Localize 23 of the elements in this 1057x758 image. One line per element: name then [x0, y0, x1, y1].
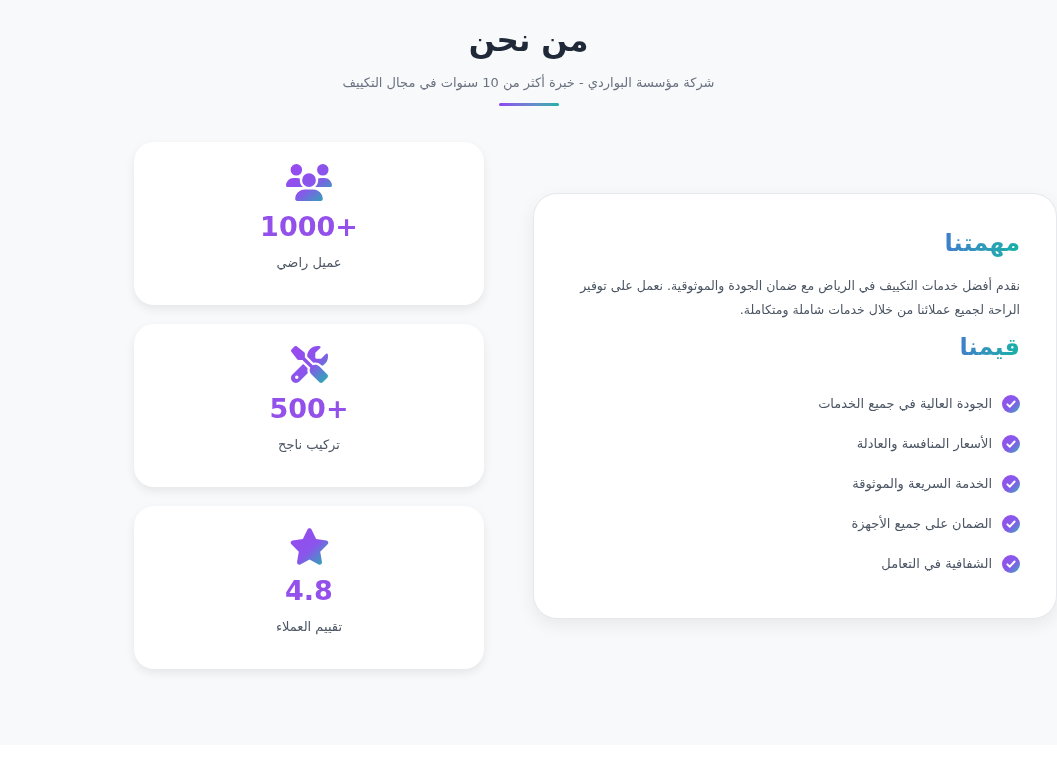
mission-text: نقدم أفضل خدمات التكييف في الرياض مع ضمان الجودة والموثوقية. نعمل على توفير الراحة لجميع عملائنا من خلال خدمات شاملة ومتكاملة. — [578, 276, 1020, 320]
page-title: من نحن — [468, 21, 589, 60]
check-icon — [1002, 474, 1020, 493]
screwdriver-wrench-icon — [290, 346, 328, 383]
check-icon — [1002, 554, 1020, 573]
value-item-text: الخدمة السريعة والموثوقة — [852, 474, 992, 494]
star-icon — [288, 528, 330, 565]
value-item-text: الجودة العالية في جميع الخدمات — [818, 394, 992, 414]
page-subtitle: شركة مؤسسة البواردي - خبرة أكثر من 10 سنوات في مجال التكييف — [342, 73, 715, 93]
value-item-text: الأسعار المنافسة والعادلة — [856, 434, 992, 454]
value-item-text: الضمان على جميع الأجهزة — [851, 514, 992, 534]
check-icon — [1002, 434, 1020, 453]
stat-label: تركيب ناجح — [278, 436, 340, 454]
stat-value: 1000+ — [260, 210, 358, 244]
stat-value: 500+ — [269, 392, 349, 426]
value-item-text: الشفافية في التعامل — [881, 554, 992, 573]
stat-label: تقييم العملاء — [275, 618, 343, 637]
title-accent-bar — [498, 103, 559, 106]
check-icon — [1002, 514, 1020, 533]
users-icon — [286, 164, 332, 201]
check-icon — [1002, 394, 1020, 413]
stat-label: عميل راضي — [276, 254, 342, 272]
stat-value: 4.8 — [285, 574, 333, 608]
